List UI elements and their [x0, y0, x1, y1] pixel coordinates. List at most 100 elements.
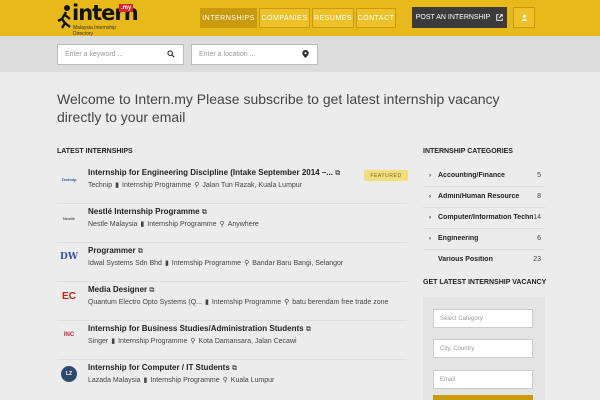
internship-row[interactable]: Nestlé Nestlé Internship Programme ⧉ Nes…: [57, 204, 407, 243]
category-item[interactable]: › Engineering 6: [423, 229, 545, 250]
bookmark-icon: ▮: [111, 338, 116, 345]
internship-row[interactable]: Technip Internship for Engineering Disci…: [57, 165, 408, 204]
job-location: Anywhere: [227, 220, 259, 228]
company-logo: EC: [62, 290, 76, 302]
location-icon: ⚲: [244, 260, 250, 267]
internship-title[interactable]: Programmer ⧉: [88, 246, 143, 256]
nav-companies[interactable]: Companies: [259, 8, 310, 28]
email-field[interactable]: Email: [433, 370, 533, 389]
category-count: 5: [537, 172, 541, 179]
chevron-right-icon: ›: [429, 173, 431, 179]
header: intern .my Malaysia Internship Directory…: [0, 0, 600, 37]
internship-row[interactable]: EC Media Designer ⧉ Quantum Electro Opto…: [57, 282, 407, 321]
featured-badge: Featured: [364, 170, 408, 181]
search-icon[interactable]: [167, 50, 175, 58]
job-location: Kota Damansara, Jalan Cecawi: [198, 337, 297, 345]
user-icon: [521, 14, 527, 21]
internship-list: Technip Internship for Engineering Disci…: [57, 165, 408, 399]
bookmark-icon: ▮: [140, 221, 145, 228]
category-count: 8: [537, 193, 541, 200]
internship-meta: Idwal Systems Sdn Bhd ▮ Internship Progr…: [88, 259, 344, 268]
external-link-icon: ⧉: [232, 365, 238, 372]
location-icon: ⚲: [284, 299, 290, 306]
keyword-search-input[interactable]: Enter a keyword ...: [57, 44, 184, 65]
categories-heading: Internship Categories: [423, 148, 513, 155]
internship-meta: Quantum Electro Opto Systems (Q... ▮ Int…: [88, 298, 389, 307]
bookmark-icon: ▮: [143, 377, 148, 384]
nav-internships[interactable]: Internships: [200, 8, 257, 28]
category-count: 14: [533, 214, 541, 221]
external-link-icon: ⧉: [149, 287, 155, 294]
job-type: Internship Programme: [150, 376, 220, 384]
map-pin-icon: [302, 50, 309, 58]
location-icon: ⚲: [222, 377, 228, 384]
internship-row[interactable]: INC Internship for Business Studies/Admi…: [57, 321, 407, 360]
job-type: Internship Programme: [211, 298, 282, 306]
company-name: Technip: [88, 181, 113, 189]
category-item[interactable]: Various Position 23: [423, 250, 545, 271]
category-count: 23: [533, 256, 541, 263]
nav-contact[interactable]: Contact: [356, 8, 396, 28]
job-location: Kuala Lumpur: [230, 376, 275, 384]
location-icon: ⚲: [219, 221, 225, 228]
chevron-right-icon: ›: [429, 215, 431, 221]
external-link-icon: ⧉: [201, 209, 207, 216]
bookmark-icon: ▮: [204, 299, 209, 306]
internship-meta: Nestle Malaysia ▮ Internship Programme ⚲…: [88, 220, 259, 229]
company-logo: INC: [63, 332, 75, 338]
logo-badge: .my: [119, 4, 134, 12]
category-select[interactable]: Select Category: [433, 309, 533, 328]
category-item[interactable]: › Accounting/Finance 5: [423, 166, 545, 187]
internship-meta: Technip ▮ Internship Programme ⚲ Jalan T…: [88, 181, 303, 190]
nav-resumes[interactable]: Resumes: [312, 8, 354, 28]
category-item[interactable]: › Admin/Human Resource 8: [423, 187, 545, 208]
company-name: Nestle Malaysia: [88, 220, 138, 228]
chevron-right-icon: ›: [429, 194, 431, 200]
welcome-message: Welcome to Intern.my Please subscribe to…: [57, 91, 500, 125]
post-internship-label: Post an Internship: [415, 14, 491, 21]
job-type: Internship Programme: [118, 337, 188, 345]
location-placeholder: Enter a location ...: [199, 51, 256, 58]
job-location: Bandar Baru Bangi, Selangor: [252, 259, 344, 267]
company-logo: Nestlé: [62, 215, 75, 221]
category-count: 6: [537, 235, 541, 242]
internship-row[interactable]: LZ Internship for Computer / IT Students…: [57, 360, 407, 399]
job-location: batu berendam free trade zone: [292, 298, 389, 306]
location-search-input[interactable]: Enter a location ...: [191, 44, 318, 65]
site-logo[interactable]: intern .my Malaysia Internship Directory: [57, 1, 139, 37]
latest-internships-heading: Latest Internships: [57, 148, 133, 155]
external-link-icon: ⧉: [335, 170, 341, 177]
job-location: Jalan Tun Razak, Kuala Lumpur: [202, 181, 303, 189]
subscribe-form: Select Category City, Country Email: [423, 297, 545, 400]
internship-row[interactable]: DW Programmer ⧉ Idwal Systems Sdn Bhd ▮ …: [57, 243, 407, 282]
internship-title[interactable]: Media Designer ⧉: [88, 285, 154, 295]
company-logo: DW: [60, 252, 78, 262]
internship-title[interactable]: Nestlé Internship Programme ⧉: [88, 207, 207, 217]
job-type: Internship Programme: [122, 181, 192, 189]
runner-logo-icon: [57, 5, 71, 29]
category-list: › Accounting/Finance 5 › Admin/Human Res…: [423, 166, 545, 271]
chevron-right-icon: ›: [429, 236, 431, 242]
city-country-field[interactable]: City, Country: [433, 339, 533, 358]
internship-title[interactable]: Internship for Business Studies/Administ…: [88, 324, 311, 334]
location-icon: ⚲: [190, 338, 196, 345]
company-name: Lazada Malaysia: [88, 376, 141, 384]
user-account-button[interactable]: [513, 7, 535, 28]
internship-meta: Lazada Malaysia ▮ Internship Programme ⚲…: [88, 376, 275, 385]
internship-title[interactable]: Internship for Computer / IT Students ⧉: [88, 363, 237, 373]
company-logo: LZ: [61, 366, 77, 382]
subscribe-heading: Get Latest Internship Vacancy: [423, 279, 547, 286]
category-item[interactable]: › Computer/Information Techno 14: [423, 208, 545, 229]
bookmark-icon: ▮: [115, 182, 119, 189]
external-link-icon: [496, 14, 504, 21]
post-internship-button[interactable]: Post an Internship: [412, 7, 507, 28]
search-bar: Enter a keyword ... Enter a location ...: [0, 36, 600, 72]
job-type: Internship Programme: [171, 259, 242, 267]
company-name: Singer: [88, 337, 109, 345]
job-type: Internship Programme: [147, 220, 217, 228]
company-name: Idwal Systems Sdn Bhd: [88, 259, 162, 267]
internship-meta: Singer ▮ Internship Programme ⚲ Kota Dam…: [88, 337, 297, 346]
keyword-placeholder: Enter a keyword ...: [65, 51, 124, 58]
subscribe-button[interactable]: [433, 395, 533, 400]
internship-title[interactable]: Internship for Engineering Discipline (I…: [88, 168, 340, 178]
